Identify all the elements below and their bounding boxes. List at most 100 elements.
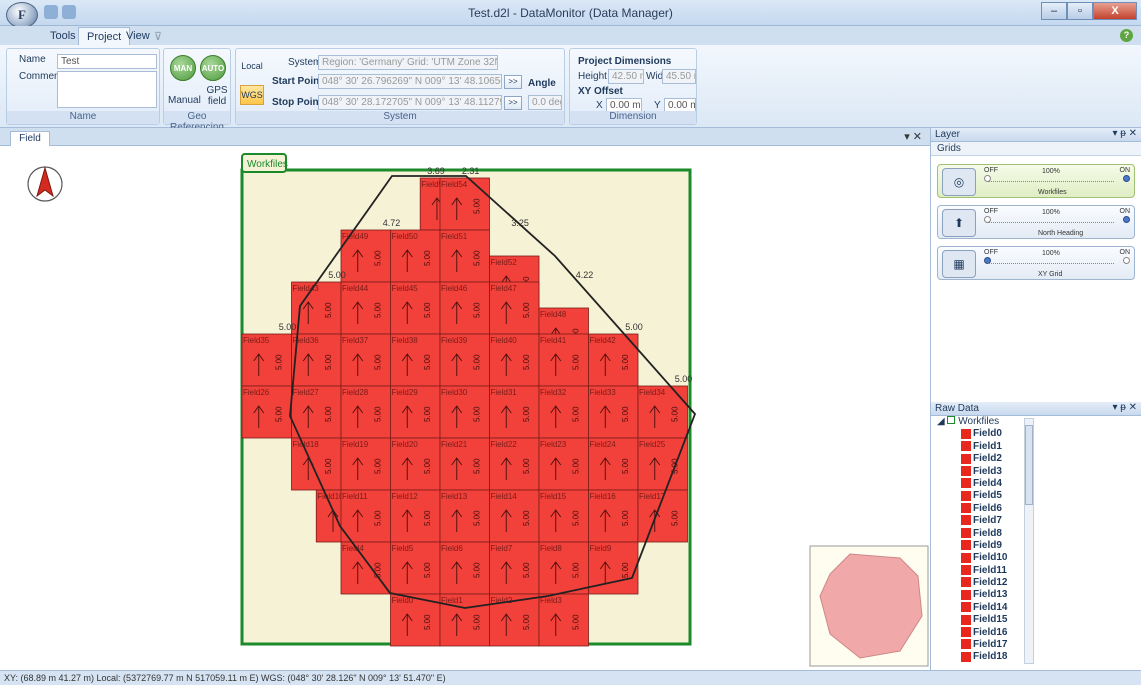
field-cell-33[interactable]: Field33 5.00 <box>588 385 639 439</box>
field-cell-51[interactable]: Field51 5.00 <box>439 229 490 283</box>
tree-item-field11[interactable]: Field11 <box>931 565 1031 577</box>
field-cell-1[interactable]: Field15.00 <box>439 593 490 647</box>
field-cell-35[interactable]: Field35 5.00 <box>241 333 292 387</box>
start-point-field[interactable]: 048° 30' 26.796269" N 009° 13' 48.106563… <box>318 74 502 89</box>
tree-item-field1[interactable]: Field1 <box>931 441 1031 453</box>
name-field[interactable]: Test <box>57 54 157 69</box>
comment-field[interactable] <box>57 71 157 108</box>
tree-item-field5[interactable]: Field5 <box>931 490 1031 502</box>
tree-item-field12[interactable]: Field12 <box>931 577 1031 589</box>
field-cell-11[interactable]: Field11 5.00 <box>340 489 391 543</box>
field-cell-26[interactable]: Field26 5.00 <box>241 385 292 439</box>
layer-opacity-slider[interactable] <box>988 222 1114 223</box>
field-canvas[interactable]: Workfiles Field535.00Field545.00Field495… <box>0 146 930 670</box>
field-cell-31[interactable]: Field31 5.00 <box>489 385 540 439</box>
field-cell-8[interactable]: Field8 5.00 <box>538 541 589 595</box>
field-cell-37[interactable]: Field37 5.00 <box>340 333 391 387</box>
tree-item-field7[interactable]: Field7 <box>931 515 1031 527</box>
width-field[interactable]: 45.50 m <box>662 69 696 84</box>
system-field[interactable]: Region: 'Germany' Grid: 'UTM Zone 32N' <box>318 55 498 70</box>
overview-minimap[interactable] <box>809 545 929 667</box>
height-field[interactable]: 42.50 m <box>608 69 644 84</box>
close-button[interactable]: X <box>1093 2 1137 20</box>
help-icon[interactable]: ? <box>1120 29 1133 42</box>
document-controls[interactable]: ▾ ✕ <box>904 130 922 143</box>
angle-field[interactable]: 0.0 deg <box>528 95 562 110</box>
maximize-button[interactable]: ▫ <box>1067 2 1093 20</box>
field-cell-12[interactable]: Field12 5.00 <box>390 489 441 543</box>
field-cell-2[interactable]: Field25.00 <box>489 593 540 647</box>
raw-data-controls[interactable]: ▾ ᵽ ✕ <box>1112 402 1137 413</box>
layer-on-radio[interactable] <box>1123 257 1130 264</box>
field-cell-24[interactable]: Field24 5.00 <box>588 437 639 491</box>
field-cell-21[interactable]: Field21 5.00 <box>439 437 490 491</box>
tree-item-field9[interactable]: Field9 <box>931 540 1031 552</box>
layer-opacity-slider[interactable] <box>988 181 1114 182</box>
field-cell-46[interactable]: Field46 5.00 <box>439 281 490 335</box>
layer-on-radio[interactable] <box>1123 216 1130 223</box>
field-cell-50[interactable]: Field50 5.00 <box>390 229 441 283</box>
scrollbar-thumb[interactable] <box>1025 425 1033 505</box>
tree-item-field0[interactable]: Field0 <box>931 428 1031 440</box>
field-cell-13[interactable]: Field13 5.00 <box>439 489 490 543</box>
tree-item-field3[interactable]: Field3 <box>931 466 1031 478</box>
field-cell-38[interactable]: Field38 5.00 <box>390 333 441 387</box>
field-cell-16[interactable]: Field16 5.00 <box>588 489 639 543</box>
field-cell-32[interactable]: Field32 5.00 <box>538 385 589 439</box>
layer-opacity-slider[interactable] <box>988 263 1114 264</box>
tree-item-field14[interactable]: Field14 <box>931 602 1031 614</box>
raw-data-scrollbar[interactable] <box>1024 418 1034 664</box>
field-cell-19[interactable]: Field19 5.00 <box>340 437 391 491</box>
field-cell-39[interactable]: Field39 5.00 <box>439 333 490 387</box>
tree-item-field10[interactable]: Field10 <box>931 552 1031 564</box>
field-cell-20[interactable]: Field20 5.00 <box>390 437 441 491</box>
tree-item-field2[interactable]: Field2 <box>931 453 1031 465</box>
tree-item-field15[interactable]: Field15 <box>931 614 1031 626</box>
field-cell-27[interactable]: Field27 5.00 <box>291 385 342 439</box>
field-cell-44[interactable]: Field44 5.00 <box>340 281 391 335</box>
manual-button[interactable]: MAN <box>170 55 196 81</box>
field-cell-18[interactable]: Field18 5.00 <box>291 437 342 491</box>
field-cell-36[interactable]: Field365.00 <box>291 333 342 387</box>
field-map[interactable]: Workfiles Field535.00Field545.00Field495… <box>0 146 930 670</box>
tree-item-field17[interactable]: Field17 <box>931 639 1031 651</box>
layer-panel-controls[interactable]: ▾ ᵽ ✕ <box>1112 128 1137 139</box>
field-cell-6[interactable]: Field6 5.00 <box>439 541 490 595</box>
auto-button[interactable]: AUTO <box>200 55 226 81</box>
tree-item-field18[interactable]: Field18 <box>931 651 1031 663</box>
field-cell-14[interactable]: Field14 5.00 <box>489 489 540 543</box>
stop-point-go-button[interactable]: >> <box>504 96 522 110</box>
tab-field[interactable]: Field <box>10 131 50 146</box>
field-cell-28[interactable]: Field28 5.00 <box>340 385 391 439</box>
field-cell-47[interactable]: Field47 5.00 <box>489 281 540 335</box>
layer-on-radio[interactable] <box>1123 175 1130 182</box>
minimize-button[interactable]: – <box>1041 2 1067 20</box>
tree-item-field13[interactable]: Field13 <box>931 589 1031 601</box>
field-cell-45[interactable]: Field45 5.00 <box>390 281 441 335</box>
stop-point-field[interactable]: 048° 30' 28.172705" N 009° 13' 48.112793… <box>318 95 502 110</box>
layer-card-xy-grid[interactable]: ▦ OFF 100% ON XY Grid <box>937 246 1135 280</box>
field-cell-54[interactable]: Field54 5.00 <box>439 177 490 231</box>
field-cell-4[interactable]: Field45.00 <box>340 541 391 595</box>
start-point-go-button[interactable]: >> <box>504 75 522 89</box>
field-cell-29[interactable]: Field29 5.00 <box>390 385 441 439</box>
field-cell-41[interactable]: Field41 5.00 <box>538 333 589 387</box>
field-cell-3[interactable]: Field35.00 <box>538 593 589 647</box>
tree-item-field8[interactable]: Field8 <box>931 528 1031 540</box>
field-cell-22[interactable]: Field22 5.00 <box>489 437 540 491</box>
wgs-toggle[interactable]: WGS <box>240 85 264 105</box>
field-cell-25[interactable]: Field255.00 <box>637 437 688 491</box>
field-cell-23[interactable]: Field23 5.00 <box>538 437 589 491</box>
filter-icon[interactable]: ⊽ <box>146 27 170 45</box>
tree-item-field6[interactable]: Field6 <box>931 503 1031 515</box>
layer-card-workfiles[interactable]: ◎ OFF 100% ON Workfiles <box>937 164 1135 198</box>
tree-item-field4[interactable]: Field4 <box>931 478 1031 490</box>
field-cell-34[interactable]: Field34 5.00 <box>637 385 688 439</box>
layer-card-north-heading[interactable]: ⬆ OFF 100% ON North Heading <box>937 205 1135 239</box>
field-cell-15[interactable]: Field15 5.00 <box>538 489 589 543</box>
field-cell-7[interactable]: Field7 5.00 <box>489 541 540 595</box>
field-cell-5[interactable]: Field5 5.00 <box>390 541 441 595</box>
field-cell-40[interactable]: Field40 5.00 <box>489 333 540 387</box>
field-cell-30[interactable]: Field30 5.00 <box>439 385 490 439</box>
tree-root-workfiles[interactable]: ◢ Workfiles <box>931 416 1031 428</box>
